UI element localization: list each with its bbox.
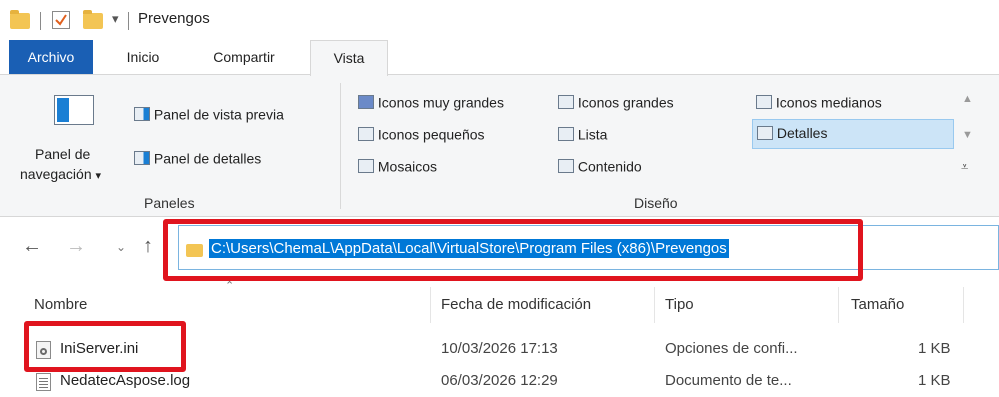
tiles-label: Mosaicos	[377, 158, 438, 175]
separator	[128, 12, 129, 30]
file-size: 1 KB	[918, 340, 951, 357]
group-label-panes: Paneles	[144, 195, 195, 211]
navigation-pane-label-text: navegación	[20, 166, 92, 182]
column-separator[interactable]	[654, 287, 655, 323]
layout-small-icons[interactable]: Iconos pequeños	[358, 125, 485, 142]
ribbon: Panel de navegación ▾ Panel de vista pre…	[0, 74, 999, 217]
details-pane-icon	[134, 151, 150, 166]
file-type: Opciones de confi...	[665, 340, 798, 357]
preview-pane-icon	[134, 107, 150, 122]
layout-extra-large-icons[interactable]: Iconos muy grandes	[358, 93, 504, 110]
tab-inicio[interactable]: Inicio	[108, 40, 178, 74]
small-icons-label: Iconos pequeños	[377, 126, 485, 143]
medium-icons-label: Iconos medianos	[775, 94, 882, 111]
column-header-size[interactable]: Tamaño	[851, 296, 904, 313]
column-header-modified[interactable]: Fecha de modificación	[441, 296, 591, 313]
gallery-scroll-up[interactable]: ▲	[962, 93, 973, 105]
separator	[40, 12, 41, 30]
content-icon	[558, 159, 574, 174]
file-modified: 10/03/2026 17:13	[441, 340, 558, 357]
file-name: NedatecAspose.log	[60, 372, 191, 389]
column-separator[interactable]	[838, 287, 839, 323]
gallery-expand[interactable]: ⩡	[961, 159, 968, 175]
column-header-name[interactable]: Nombre	[34, 296, 87, 313]
group-label-layout: Diseño	[634, 195, 678, 211]
details-label: Detalles	[776, 125, 828, 141]
small-icons-icon	[358, 127, 374, 142]
tab-archivo[interactable]: Archivo	[9, 40, 93, 74]
column-separator[interactable]	[430, 287, 431, 323]
text-file-icon	[36, 373, 51, 391]
file-type: Documento de te...	[665, 372, 792, 389]
navigation-pane-icon[interactable]	[54, 95, 94, 125]
back-arrow-icon[interactable]: ←	[22, 235, 42, 258]
list-label: Lista	[577, 126, 608, 143]
details-pane-button[interactable]: Panel de detalles	[134, 149, 261, 166]
layout-list[interactable]: Lista	[558, 125, 607, 142]
recent-locations-chevron-icon[interactable]: ⌄	[116, 240, 126, 254]
group-divider	[340, 83, 341, 209]
layout-tiles[interactable]: Mosaicos	[358, 157, 437, 174]
navigation-pane-label[interactable]: Panel de	[35, 146, 90, 162]
file-modified: 06/03/2026 12:29	[441, 372, 558, 389]
window-title: Prevengos	[138, 10, 210, 27]
layout-medium-icons[interactable]: Iconos medianos	[756, 93, 882, 110]
layout-details[interactable]: Detalles	[752, 119, 954, 149]
medium-icons-icon	[756, 95, 772, 110]
content-label: Contenido	[577, 158, 642, 175]
layout-large-icons[interactable]: Iconos grandes	[558, 93, 674, 110]
tab-vista[interactable]: Vista	[310, 40, 388, 76]
gallery-scroll-down[interactable]: ▼	[962, 129, 973, 141]
preview-pane-button[interactable]: Panel de vista previa	[134, 105, 284, 122]
tiles-icon	[358, 159, 374, 174]
sort-indicator-icon: ⌃	[225, 280, 235, 292]
highlight-box-file	[24, 321, 186, 372]
tab-compartir[interactable]: Compartir	[194, 40, 294, 74]
forward-arrow-icon[interactable]: →	[66, 235, 86, 258]
table-row[interactable]: NedatecAspose.log 06/03/2026 12:29 Docum…	[30, 368, 960, 396]
title-bar: ▾ Prevengos	[0, 0, 999, 38]
file-size: 1 KB	[918, 372, 951, 389]
column-separator[interactable]	[963, 287, 964, 323]
highlight-box-address	[163, 219, 863, 281]
preview-pane-label: Panel de vista previa	[153, 106, 284, 123]
navigation-pane-label-2[interactable]: navegación ▾	[20, 166, 101, 182]
extra-large-icons-label: Iconos muy grandes	[377, 94, 504, 111]
properties-icon[interactable]	[52, 11, 70, 29]
large-icons-label: Iconos grandes	[577, 94, 674, 111]
details-icon	[757, 126, 773, 140]
chevron-down-icon: ▾	[95, 170, 102, 182]
details-pane-label: Panel de detalles	[153, 150, 262, 167]
large-icons-icon	[558, 95, 574, 110]
up-arrow-icon[interactable]: ↑	[143, 235, 153, 258]
column-header-type[interactable]: Tipo	[665, 296, 694, 313]
layout-content[interactable]: Contenido	[558, 157, 642, 174]
new-folder-icon[interactable]	[83, 10, 103, 29]
folder-icon	[10, 10, 30, 29]
list-icon	[558, 127, 574, 142]
extra-large-icons-icon	[358, 95, 374, 110]
quick-access-dropdown-icon[interactable]: ▾	[112, 11, 119, 27]
